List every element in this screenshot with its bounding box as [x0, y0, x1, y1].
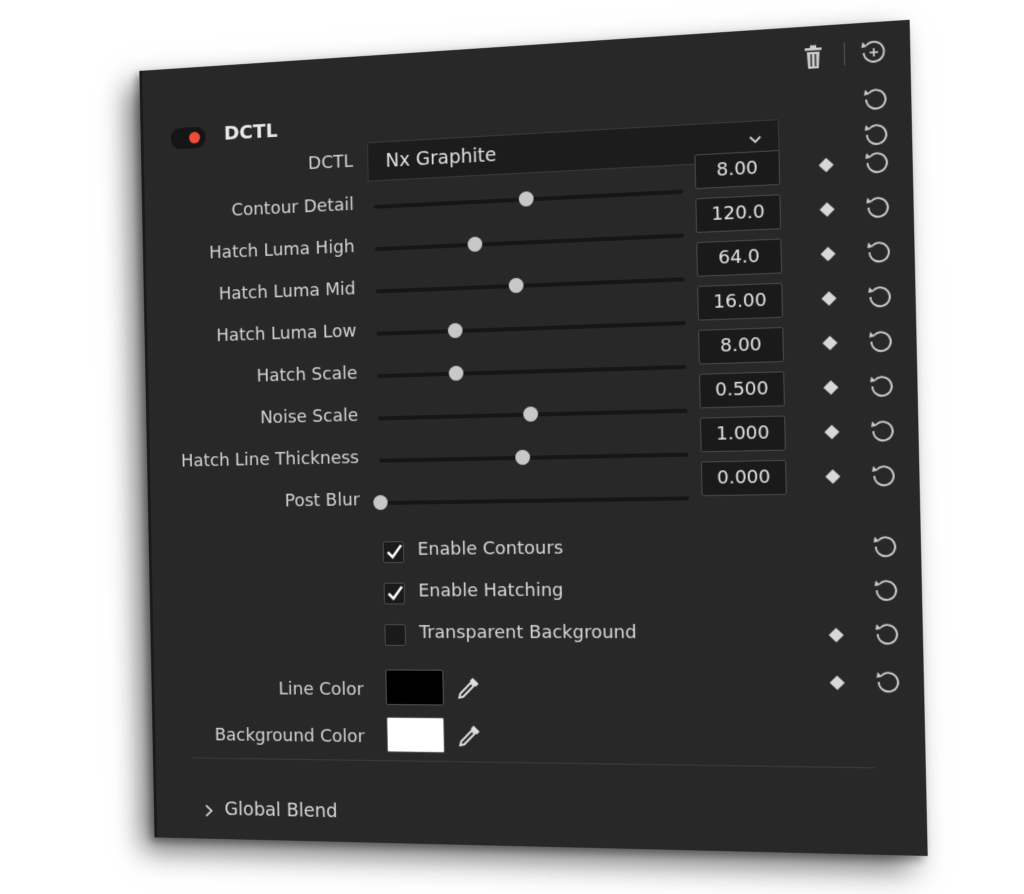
reset-hatch-luma-low-icon[interactable] — [867, 284, 893, 310]
value-field-hatch-luma-low[interactable]: 16.00 — [697, 282, 784, 321]
eyedropper-icon[interactable] — [455, 674, 483, 702]
global-blend-label[interactable]: Global Blend — [224, 798, 337, 822]
keyframe-diamond-icon[interactable] — [819, 202, 835, 217]
slider-label-contour-detail: Contour Detail — [231, 194, 355, 221]
slider-thumb[interactable] — [508, 277, 524, 294]
checkbox-label-enable-contours[interactable]: Enable Contours — [417, 538, 563, 560]
checkbox-list — [142, 20, 910, 71]
dctl-panel: DCTL DCTL Nx Graphite Global Blend Conto… — [139, 19, 928, 856]
slider-label-hatch-line-thickness: Hatch Line Thickness — [180, 447, 360, 472]
keyframe-diamond-icon[interactable] — [822, 335, 838, 351]
checkmark-icon — [386, 584, 406, 604]
value-field-hatch-line-thickness[interactable]: 1.000 — [699, 415, 786, 453]
slider-list — [142, 20, 910, 71]
checkbox-enable-hatching[interactable] — [383, 582, 406, 605]
slider-thumb[interactable] — [514, 449, 530, 466]
keyframe-diamond-icon[interactable] — [824, 424, 840, 440]
color-label-line-color: Line Color — [278, 678, 364, 700]
checkbox-label-transparent-background[interactable]: Transparent Background — [419, 622, 637, 643]
dctl-label: DCTL — [307, 151, 354, 174]
slider-track-hatch-luma-low[interactable] — [376, 321, 686, 339]
slider-label-hatch-luma-low: Hatch Luma Low — [216, 320, 357, 347]
slider-track-hatch-scale[interactable] — [377, 364, 687, 381]
reset-noise-scale-icon[interactable] — [869, 373, 895, 399]
reset-contour-detail-icon[interactable] — [864, 149, 890, 175]
reset-hatch-line-thickness-icon[interactable] — [870, 418, 896, 444]
reset-post-blur-icon[interactable] — [871, 463, 897, 488]
value-field-post-blur[interactable]: 0.000 — [700, 459, 787, 497]
reset-all-icon[interactable] — [860, 38, 888, 67]
keyframe-diamond-icon[interactable] — [828, 627, 844, 643]
value-field-hatch-luma-high[interactable]: 120.0 — [695, 194, 782, 233]
toggle-indicator — [188, 131, 201, 144]
reset-hatch-scale-icon[interactable] — [868, 328, 894, 354]
reset-column — [142, 20, 910, 71]
reset-enable-contours-icon[interactable] — [872, 534, 898, 559]
enable-toggle[interactable] — [170, 126, 206, 150]
slider-track-noise-scale[interactable] — [378, 406, 688, 422]
slider-track-post-blur[interactable] — [373, 495, 690, 511]
slider-thumb[interactable] — [373, 495, 388, 511]
slider-thumb[interactable] — [467, 236, 483, 253]
slider-track-contour-detail[interactable] — [373, 189, 683, 209]
keyframe-diamond-icon[interactable] — [821, 291, 837, 306]
keyframe-diamond-icon[interactable] — [825, 469, 841, 484]
color-swatch-line-color[interactable] — [385, 669, 444, 706]
slider-label-hatch-scale: Hatch Scale — [256, 362, 358, 387]
checkbox-transparent-background[interactable] — [384, 624, 406, 646]
value-field-contour-detail[interactable]: 8.00 — [694, 149, 781, 190]
color-list — [142, 20, 910, 71]
slider-label-hatch-luma-mid: Hatch Luma Mid — [218, 278, 356, 305]
checkmark-icon — [385, 542, 405, 562]
chevron-right-icon[interactable] — [202, 804, 215, 818]
slider-track-hatch-luma-mid[interactable] — [375, 277, 685, 294]
reset-all-node-icon[interactable] — [863, 86, 889, 112]
checkbox-enable-contours[interactable] — [382, 541, 405, 564]
reset-hatch-luma-high-icon[interactable] — [865, 194, 891, 220]
reset-enable-hatching-icon[interactable] — [873, 578, 899, 603]
slider-thumb[interactable] — [518, 191, 534, 207]
reset-hatch-luma-mid-icon[interactable] — [866, 239, 892, 265]
header-separator — [843, 42, 846, 66]
keyframe-diamond-icon[interactable] — [823, 380, 839, 395]
slider-track-hatch-luma-high[interactable] — [374, 233, 684, 253]
slider-thumb[interactable] — [523, 406, 539, 422]
keyframe-diamond-icon[interactable] — [818, 157, 834, 173]
slider-label-noise-scale: Noise Scale — [259, 405, 359, 429]
checkbox-label-enable-hatching[interactable]: Enable Hatching — [418, 580, 564, 602]
dctl-selected-value: Nx Graphite — [385, 144, 497, 172]
color-swatch-background-color[interactable] — [386, 716, 445, 754]
keyframe-diamond-icon[interactable] — [829, 675, 845, 691]
slider-thumb[interactable] — [447, 322, 463, 339]
reset-line-color-icon[interactable] — [875, 669, 901, 694]
reset-dctl-icon[interactable] — [864, 121, 890, 147]
slider-label-hatch-luma-high: Hatch Luma High — [209, 236, 355, 264]
trash-icon[interactable] — [802, 44, 824, 70]
reset-transparent-background-icon[interactable] — [874, 622, 900, 647]
slider-thumb[interactable] — [448, 365, 464, 381]
value-field-hatch-scale[interactable]: 8.00 — [698, 326, 784, 365]
node-title: DCTL — [223, 118, 278, 145]
keyframe-diamond-icon[interactable] — [820, 246, 836, 262]
chevron-down-icon — [747, 131, 764, 148]
eyedropper-icon[interactable] — [456, 721, 484, 749]
slider-label-post-blur: Post Blur — [284, 489, 361, 512]
slider-track-hatch-line-thickness[interactable] — [379, 449, 689, 466]
color-label-background-color: Background Color — [214, 724, 365, 748]
value-field-noise-scale[interactable]: 0.500 — [699, 371, 785, 409]
value-field-hatch-luma-mid[interactable]: 64.0 — [696, 238, 783, 277]
section-divider — [192, 757, 876, 769]
